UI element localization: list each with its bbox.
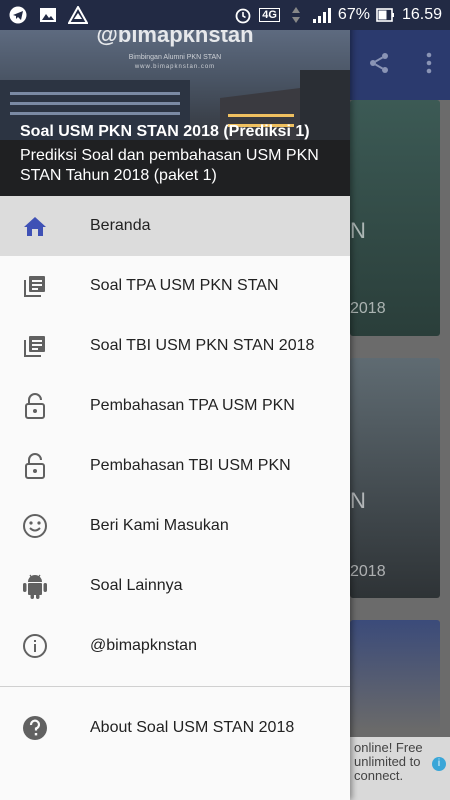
lte-badge: 4G (259, 8, 280, 22)
card-text: 2018 (350, 563, 386, 580)
image-icon (38, 5, 58, 25)
menu-item-about[interactable]: About Soal USM STAN 2018 (0, 698, 350, 758)
menu-item-masukan[interactable]: Beri Kami Masukan (0, 496, 350, 556)
menu-label: Beranda (90, 217, 151, 234)
android-icon (20, 571, 50, 601)
menu-divider (0, 686, 350, 687)
telegram-icon (8, 5, 28, 25)
info-icon[interactable]: i (432, 757, 446, 771)
menu-item-bimapknstan[interactable]: @bimapknstan (0, 616, 350, 676)
menu-item-soal-tpa[interactable]: Soal TPA USM PKN STAN (0, 256, 350, 316)
header-title: Soal USM PKN STAN 2018 (Prediksi 1) (20, 123, 310, 140)
menu-item-soal-tbi[interactable]: Soal TBI USM PKN STAN 2018 (0, 316, 350, 376)
card-text: 2018 (350, 300, 386, 317)
home-icon (20, 211, 50, 241)
help-icon (20, 713, 50, 743)
card-text: N (350, 488, 366, 513)
menu-label: Soal Lainnya (90, 577, 183, 594)
menu-label: Soal TBI USM PKN STAN 2018 (90, 337, 315, 354)
post-card[interactable]: N 2018 (350, 100, 440, 336)
battery-percent: 67% (337, 6, 370, 23)
header-description: Prediksi Soal dan pembahasan USM PKN STA… (20, 147, 319, 184)
book-icon (20, 271, 50, 301)
ad-banner[interactable]: online! Free unlimited to connect. i (350, 737, 450, 800)
status-bar: 4G 67% 16.59 (0, 0, 450, 30)
header-watermark-sub: Bimbingan Alumni PKN STAN (128, 54, 222, 61)
signal-icon (312, 5, 332, 25)
overflow-menu-icon[interactable] (425, 52, 433, 79)
smiley-icon (20, 511, 50, 541)
menu-item-soal-lainnya[interactable]: Soal Lainnya (0, 556, 350, 616)
menu-label: Soal TPA USM PKN STAN (90, 277, 279, 294)
alarm-icon (233, 5, 253, 25)
menu-label: Pembahasan TBI USM PKN (90, 457, 291, 474)
menu-item-pembahasan-tpa[interactable]: Pembahasan TPA USM PKN (0, 376, 350, 436)
battery-icon (376, 5, 396, 25)
menu-item-pembahasan-tbi[interactable]: Pembahasan TBI USM PKN (0, 436, 350, 496)
drawer-secondary-menu: About Soal USM STAN 2018 (0, 698, 350, 758)
info-icon (20, 631, 50, 661)
navigation-drawer: @bimapknstan Bimbingan Alumni PKN STAN w… (0, 0, 350, 800)
book-icon (20, 331, 50, 361)
header-watermark-url: www.bimapknstan.com (134, 64, 216, 70)
data-arrows-icon (286, 5, 306, 25)
post-card[interactable] (350, 620, 440, 730)
menu-item-beranda[interactable]: Beranda (0, 196, 350, 256)
menu-label: About Soal USM STAN 2018 (90, 719, 295, 736)
lock-open-icon (20, 451, 50, 481)
menu-label: @bimapknstan (90, 637, 197, 654)
lock-open-icon (20, 391, 50, 421)
share-icon[interactable] (367, 51, 391, 80)
clock: 16.59 (401, 6, 442, 23)
warning-icon (68, 5, 88, 25)
menu-label: Pembahasan TPA USM PKN (90, 397, 295, 414)
card-text: N (350, 218, 366, 243)
menu-label: Beri Kami Masukan (90, 517, 229, 534)
post-card[interactable]: N 2018 (350, 358, 440, 598)
ad-text: online! Free unlimited to connect. (354, 740, 423, 783)
drawer-menu: Beranda Soal TPA USM PKN STAN Soal TBI U… (0, 196, 350, 676)
app-toolbar (350, 30, 450, 100)
